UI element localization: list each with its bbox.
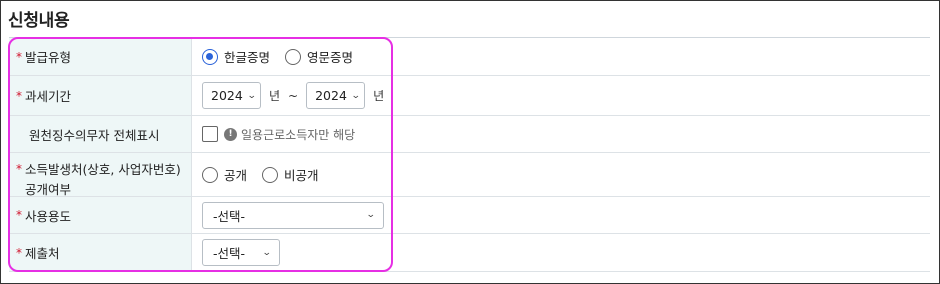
label-text-line2: 공개여부 (25, 182, 72, 197)
application-form-table: * 발급유형 한글증명 영문증명 * 과세기간 2024 ⌄ 년 ~ 2024 … (9, 37, 930, 272)
required-mark: * (16, 245, 22, 260)
label-usage: * 사용용도 (9, 197, 192, 233)
row-tax-period: * 과세기간 2024 ⌄ 년 ~ 2024 ⌄ 년 (9, 76, 930, 116)
hint-text: 일용근로소득자만 해당 (241, 127, 356, 142)
radio-public[interactable]: 공개 (202, 165, 247, 184)
range-separator: ~ (288, 88, 299, 103)
radio-circle (202, 166, 218, 183)
show-all-withholding-checkbox[interactable] (202, 126, 218, 142)
usage-select-value: -선택- (213, 208, 246, 224)
label-text: 제출처 (25, 246, 60, 261)
row-issue-type: * 발급유형 한글증명 영문증명 (9, 38, 930, 76)
label-text: 사용용도 (25, 208, 72, 224)
submit-to-select-value: -선택- (213, 246, 246, 261)
label-issue-type: * 발급유형 (9, 38, 192, 75)
exclamation-icon: ! (224, 127, 237, 141)
label-text: 과세기간 (25, 89, 72, 104)
chevron-down-icon: ⌄ (262, 247, 273, 258)
row-submit-to: * 제출처 -선택- ⌄ (9, 234, 930, 272)
radio-english-certificate[interactable]: 영문증명 (285, 47, 353, 66)
radio-circle (285, 48, 302, 65)
radio-label: 영문증명 (307, 50, 354, 65)
year-unit: 년 (269, 89, 281, 103)
to-year-select[interactable]: 2024 ⌄ (306, 82, 366, 109)
required-mark: * (16, 161, 22, 176)
row-usage: * 사용용도 -선택- ⌄ (9, 197, 930, 234)
label-text: 소득발생처(상호, 사업자번호) (25, 162, 181, 177)
usage-select[interactable]: -선택- ⌄ (202, 201, 384, 229)
radio-circle (262, 166, 279, 183)
required-mark: * (16, 88, 22, 103)
label-tax-period: * 과세기간 (9, 76, 192, 115)
radio-private[interactable]: 비공개 (262, 165, 319, 184)
chevron-down-icon: ⌄ (246, 90, 257, 101)
radio-korean-certificate[interactable]: 한글증명 (202, 47, 270, 66)
submit-to-select[interactable]: -선택- ⌄ (202, 239, 280, 266)
required-mark: * (16, 49, 22, 64)
value-submit-to: -선택- ⌄ (192, 234, 930, 271)
required-mark: * (16, 208, 22, 222)
year-unit: 년 (373, 89, 385, 103)
radio-label: 공개 (224, 168, 248, 183)
row-withholding-all: 원천징수의무자 전체표시 ! 일용근로소득자만 해당 (9, 116, 930, 153)
section-title: 신청내용 (8, 11, 70, 31)
radio-label: 한글증명 (224, 50, 271, 65)
value-issue-type: 한글증명 영문증명 (192, 38, 930, 75)
row-income-source-disclosure: * 소득발생처(상호, 사업자번호) 공개여부 공개 비공개 (9, 153, 930, 197)
radio-circle-checked (202, 48, 218, 65)
label-submit-to: * 제출처 (9, 234, 192, 271)
value-tax-period: 2024 ⌄ 년 ~ 2024 ⌄ 년 (192, 76, 930, 115)
label-withholding-all: 원천징수의무자 전체표시 (9, 116, 192, 152)
label-text: 발급유형 (25, 50, 72, 65)
from-year-value: 2024 (211, 88, 243, 103)
chevron-down-icon: ⌄ (350, 90, 361, 101)
value-usage: -선택- ⌄ (192, 197, 930, 233)
from-year-select[interactable]: 2024 ⌄ (202, 82, 261, 109)
label-text: 원천징수의무자 전체표시 (29, 127, 160, 143)
label-income-source-disclosure: * 소득발생처(상호, 사업자번호) 공개여부 (9, 153, 192, 197)
chevron-down-icon: ⌄ (366, 210, 377, 220)
to-year-value: 2024 (315, 88, 347, 103)
value-withholding-all: ! 일용근로소득자만 해당 (192, 116, 930, 152)
value-income-source-disclosure: 공개 비공개 (192, 153, 930, 196)
radio-label: 비공개 (284, 168, 319, 183)
